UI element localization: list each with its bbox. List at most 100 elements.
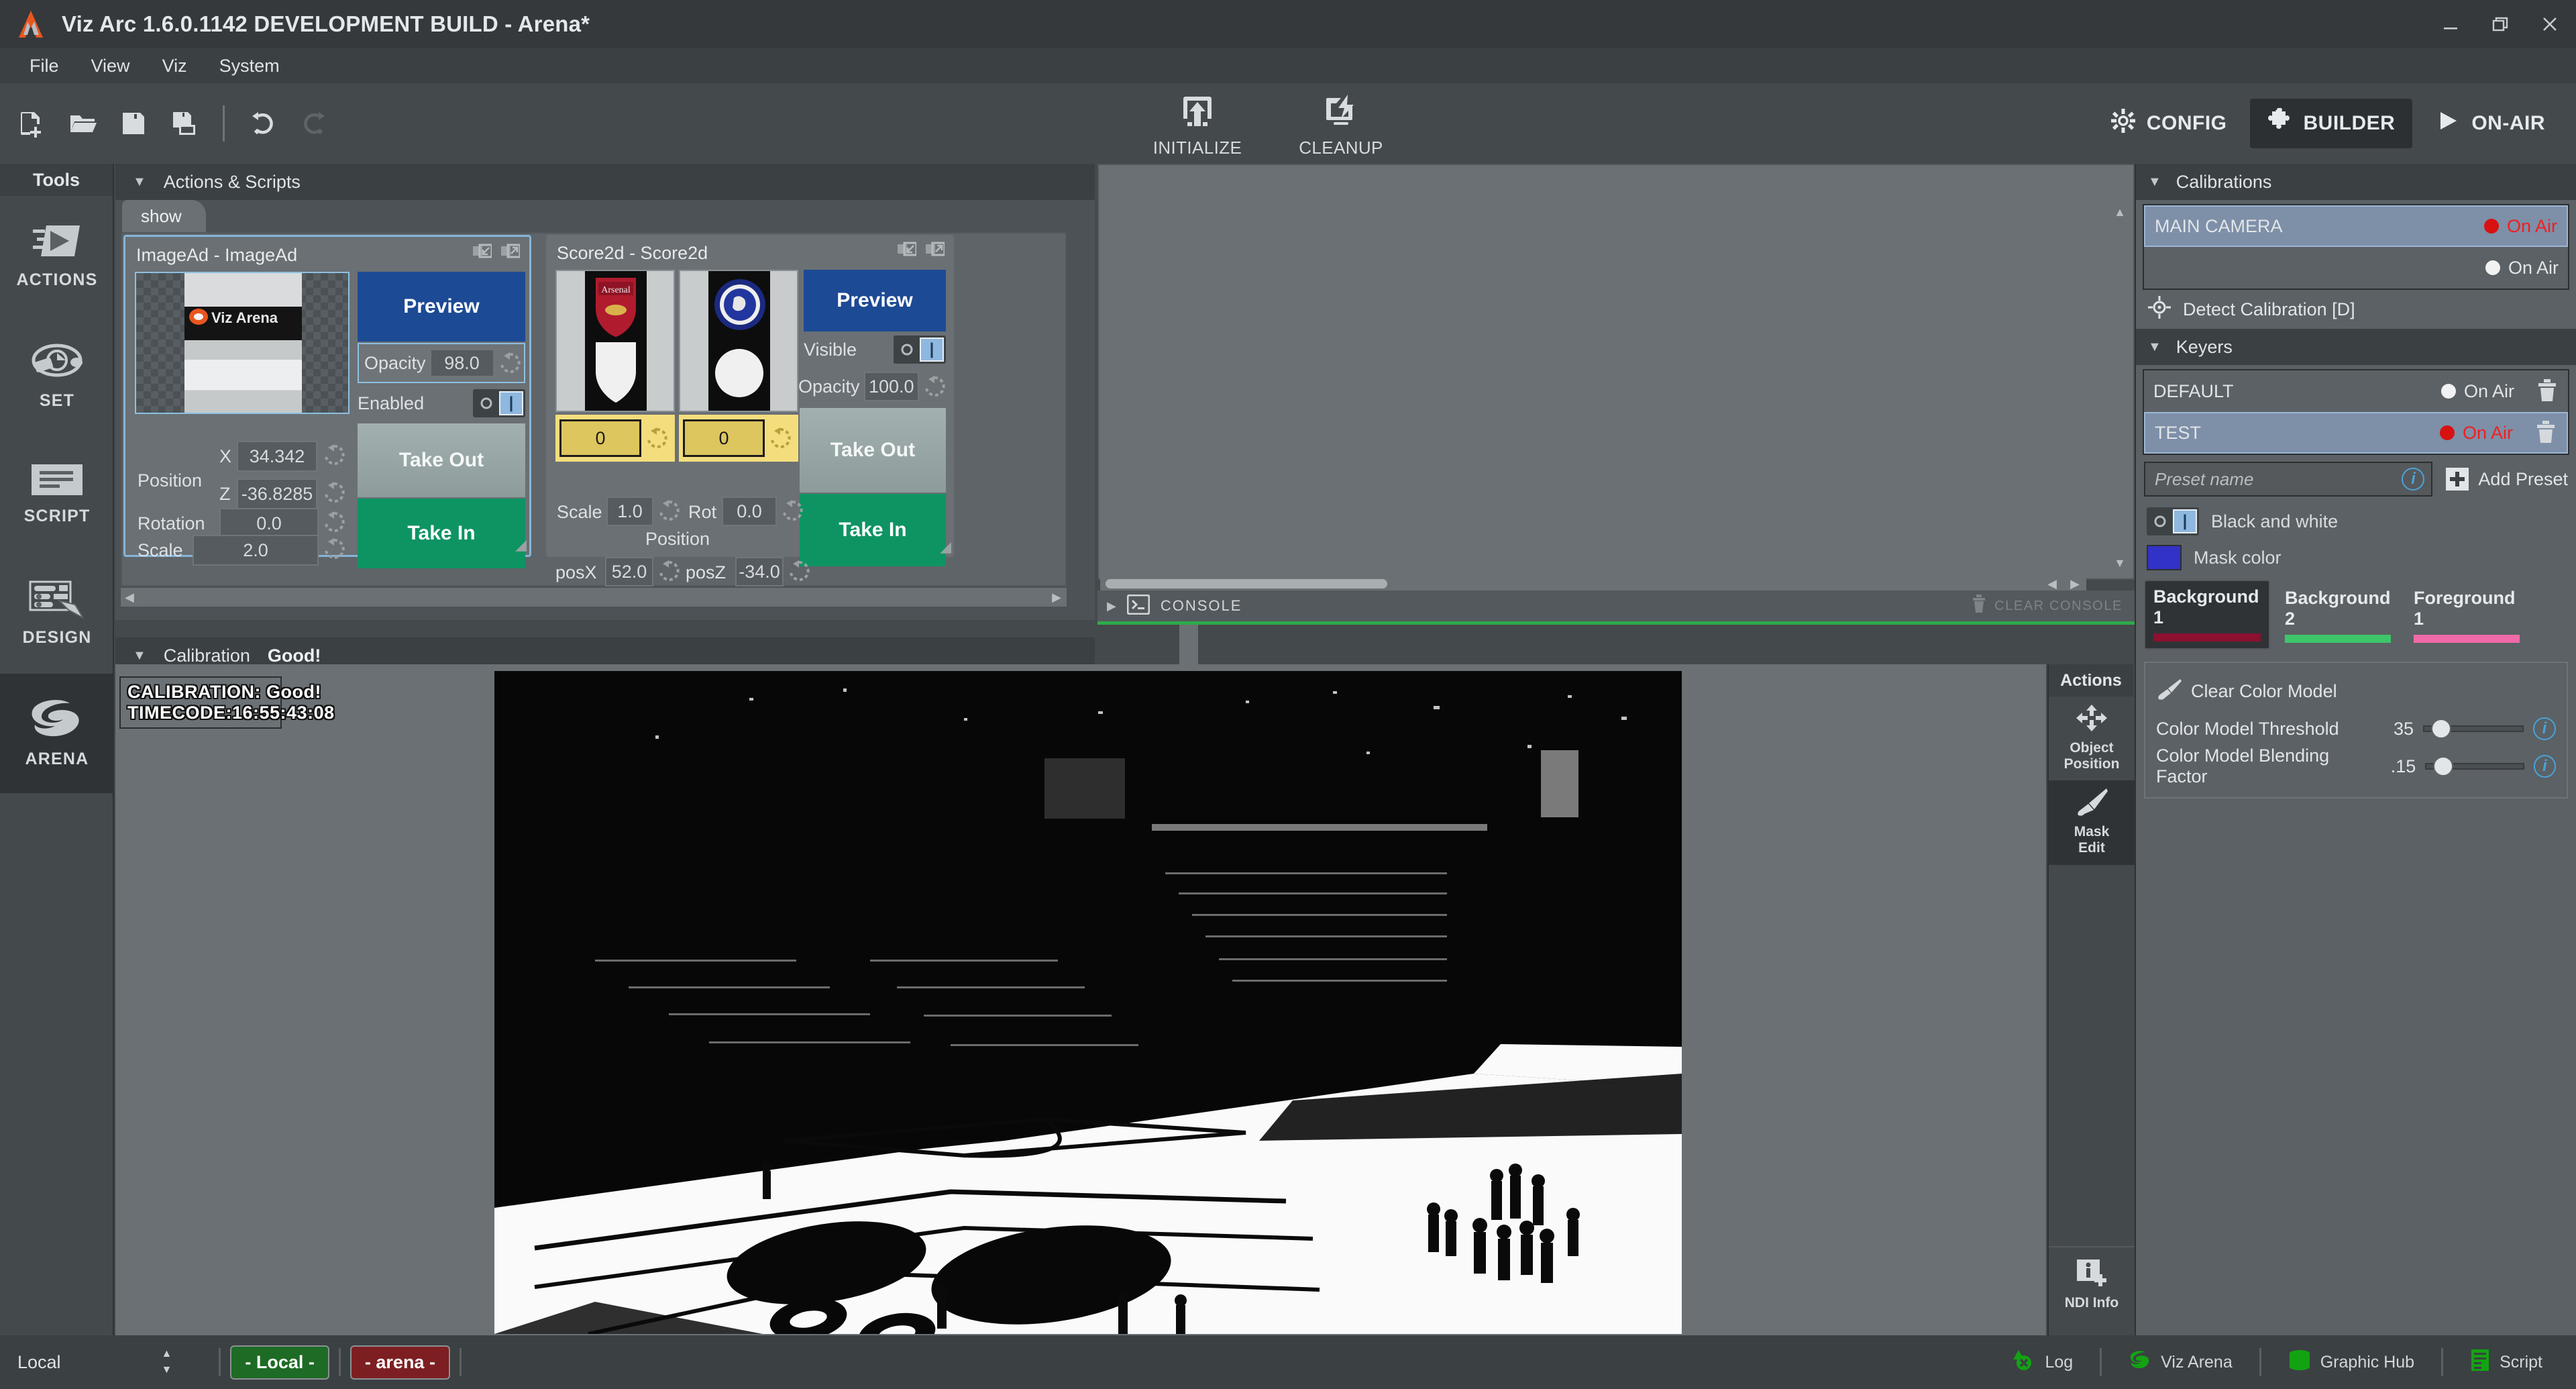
collapse-icon[interactable] [898, 242, 916, 260]
score2d-posz-field[interactable]: -34.0 [735, 557, 784, 586]
calibrations-header[interactable]: ▼ Calibrations [2136, 164, 2576, 200]
console-bar[interactable]: ▶ CONSOLE CLEAR CONSOLE [1097, 590, 2135, 621]
status-badge[interactable]: On Air [2484, 216, 2557, 237]
slider-knob[interactable] [2431, 719, 2451, 739]
close-icon[interactable] [2538, 13, 2561, 36]
delete-keyer-icon[interactable] [2536, 421, 2557, 445]
save-as-icon[interactable] [162, 101, 207, 146]
ndi-info-button[interactable]: NDI Info [2049, 1246, 2135, 1319]
resize-grip-icon[interactable]: ◢ [940, 538, 951, 556]
calibration-row-main-camera[interactable]: MAIN CAMERA On Air [2144, 205, 2568, 247]
mode-onair-button[interactable]: ON-AIR [2418, 99, 2563, 148]
score2d-posx-field[interactable]: 52.0 [605, 557, 653, 586]
detect-calibration-button[interactable]: Detect Calibration [D] [2136, 290, 2576, 329]
video-mask-view[interactable] [115, 664, 2046, 1335]
score2d-opacity-field[interactable]: 100.0 [864, 372, 919, 401]
expand-icon[interactable] [501, 244, 520, 262]
menu-item-file[interactable]: File [13, 48, 75, 83]
score2d-take-in-button[interactable]: Take In [800, 494, 946, 566]
open-folder-icon[interactable] [60, 101, 105, 146]
imagead-z-reset-icon[interactable] [323, 481, 345, 504]
score2d-visible-toggle[interactable]: | [894, 336, 946, 364]
status-log-button[interactable]: Log [1995, 1349, 2090, 1376]
imagead-enabled-toggle[interactable]: | [473, 389, 525, 417]
mask-video-image[interactable] [494, 671, 1682, 1334]
calibration-row-empty[interactable]: On Air [2144, 247, 2568, 289]
action-canvas[interactable]: ImageAd - ImageAd [121, 232, 1067, 586]
actions-scripts-header[interactable]: ▼ Actions & Scripts [115, 164, 1095, 200]
imagead-scale-reset-icon[interactable] [323, 537, 345, 560]
object-position-button[interactable]: ObjectPosition [2049, 697, 2135, 780]
tab-background-1[interactable]: Background 1 [2144, 580, 2270, 650]
preset-name-input[interactable]: Preset name i [2144, 462, 2432, 497]
imagead-take-in-button[interactable]: Take In [358, 499, 525, 568]
mask-edit-button[interactable]: MaskEdit [2049, 780, 2135, 864]
new-file-icon[interactable] [9, 101, 54, 146]
status-pill-arena[interactable]: - arena - [350, 1345, 450, 1380]
delete-keyer-icon[interactable] [2537, 379, 2559, 403]
status-graphic-hub-button[interactable]: Graphic Hub [2271, 1349, 2432, 1376]
chevron-right-icon[interactable]: ▶ [1107, 599, 1116, 613]
status-pill-local[interactable]: - Local - [230, 1345, 329, 1380]
score2d-posz-reset-icon[interactable] [788, 560, 810, 582]
action-card-imagead[interactable]: ImageAd - ImageAd [123, 235, 531, 557]
keyers-header[interactable]: ▼ Keyers [2136, 329, 2576, 365]
score2d-away-score-reset-icon[interactable] [769, 427, 792, 450]
imagead-z-field[interactable]: -36.8285 [237, 478, 317, 509]
redo-icon[interactable] [292, 101, 336, 146]
restore-icon[interactable] [2489, 13, 2512, 36]
info-icon[interactable]: i [2402, 468, 2424, 491]
sidebar-item-set[interactable]: SET [0, 315, 114, 435]
viz-preview-vscrollbar[interactable]: ▲ ▼ [2110, 200, 2129, 576]
score2d-away-score-field[interactable]: 0 [683, 419, 765, 457]
add-preset-button[interactable]: Add Preset [2446, 468, 2568, 491]
slider-knob[interactable] [2433, 756, 2453, 776]
scroll-left-icon[interactable]: ◀ [125, 590, 134, 605]
tab-show[interactable]: show [122, 200, 206, 232]
status-script-button[interactable]: Script [2453, 1349, 2560, 1376]
tab-background-2[interactable]: Background 2 [2277, 582, 2399, 650]
status-badge[interactable]: On Air [2485, 258, 2559, 278]
mode-config-button[interactable]: CONFIG [2093, 99, 2245, 148]
imagead-preview-button[interactable]: Preview [358, 272, 525, 342]
imagead-scale-field[interactable]: 2.0 [193, 535, 319, 566]
score2d-home-score-field[interactable]: 0 [559, 419, 641, 457]
clear-console-button[interactable]: CLEAR CONSOLE [1972, 595, 2123, 617]
black-and-white-toggle[interactable]: | [2147, 507, 2199, 535]
color-model-blending-slider[interactable] [2425, 763, 2524, 770]
keyer-row-test[interactable]: TEST On Air [2144, 412, 2568, 454]
action-card-score2d[interactable]: Score2d - Score2d Arsenal [546, 235, 954, 557]
score2d-preview-button[interactable]: Preview [804, 270, 946, 331]
sidebar-item-script[interactable]: SCRIPT [0, 435, 114, 554]
color-model-threshold-slider[interactable] [2423, 725, 2524, 732]
menu-item-system[interactable]: System [203, 48, 296, 83]
scroll-left-icon[interactable]: ◀ [2047, 577, 2057, 591]
sidebar-item-actions[interactable]: ACTIONS [0, 196, 114, 315]
save-icon[interactable] [111, 101, 156, 146]
info-icon[interactable]: i [2534, 755, 2556, 778]
score2d-scale-field[interactable]: 1.0 [606, 497, 653, 526]
keyer-row-default[interactable]: DEFAULT On Air [2144, 370, 2568, 412]
scrollbar-thumb[interactable] [1106, 579, 1387, 588]
status-badge[interactable]: On Air [2441, 381, 2514, 402]
score2d-rot-field[interactable]: 0.0 [722, 497, 777, 526]
mask-color-swatch[interactable] [2147, 545, 2182, 570]
score2d-posx-reset-icon[interactable] [657, 560, 680, 582]
minimize-icon[interactable] [2439, 13, 2462, 36]
canvas-hscrollbar[interactable]: ◀ ▶ [121, 588, 1067, 607]
score2d-away-thumbnail[interactable] [679, 270, 798, 412]
scroll-right-icon[interactable]: ▶ [1052, 590, 1061, 605]
status-local-stepper[interactable]: ▲ ▼ [162, 1348, 172, 1376]
score2d-take-out-button[interactable]: Take Out [800, 408, 946, 493]
score2d-rot-reset-icon[interactable] [781, 499, 804, 522]
resize-grip-icon[interactable]: ◢ [515, 536, 527, 554]
menu-item-viz[interactable]: Viz [146, 48, 203, 83]
collapse-icon[interactable] [473, 244, 492, 262]
sidebar-item-arena[interactable]: ARENA [0, 674, 114, 793]
initialize-button[interactable]: INITIALIZE [1140, 93, 1254, 158]
imagead-rotation-reset-icon[interactable] [323, 511, 345, 533]
clear-color-model-button[interactable]: Clear Color Model [2145, 672, 2567, 710]
imagead-opacity-reset-icon[interactable] [498, 352, 521, 374]
sidebar-item-design[interactable]: DESIGN [0, 554, 114, 674]
info-icon[interactable]: i [2533, 717, 2556, 740]
